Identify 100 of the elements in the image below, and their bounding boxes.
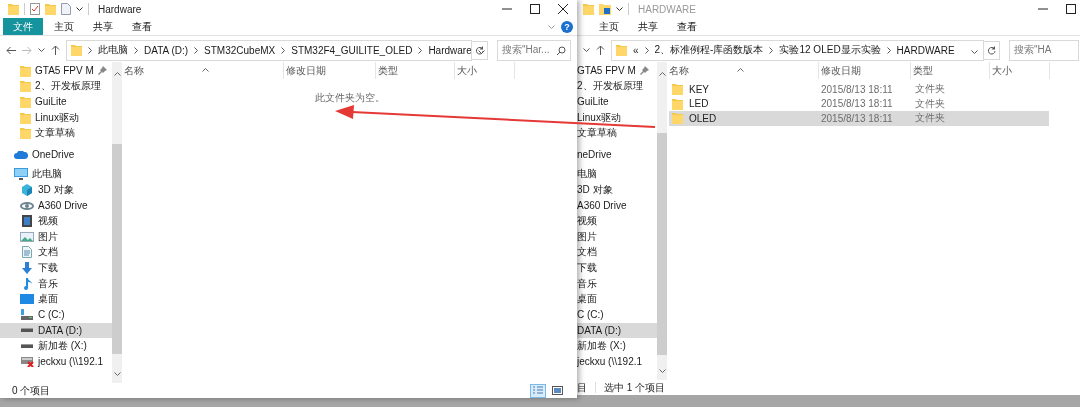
column-header[interactable]: 大小 — [990, 62, 1050, 79]
nav-item[interactable]: 图片 — [0, 228, 112, 245]
breadcrumb[interactable]: DATA (D:) — [144, 44, 189, 56]
nav-item[interactable]: 音乐 — [0, 275, 112, 292]
search-field[interactable]: 搜索"HA — [1009, 39, 1079, 61]
folder-icon — [71, 44, 82, 56]
desktop-icon — [20, 294, 34, 305]
up-arrow-icon[interactable] — [596, 45, 605, 55]
nav-item[interactable]: 新加卷 (X:) — [0, 338, 112, 354]
nav-item[interactable]: 2、开发板原理 — [0, 78, 112, 95]
nav-item[interactable]: 音乐 — [577, 275, 657, 292]
nav-item[interactable]: OneDrive — [0, 146, 112, 163]
up-arrow-icon[interactable] — [51, 45, 60, 55]
chevron-down-icon[interactable] — [548, 24, 555, 29]
nav-item[interactable]: Linux驱动 — [0, 109, 112, 126]
file-row[interactable]: KEY 2015/8/13 18:11 文件夹 — [669, 82, 1049, 97]
nav-item[interactable]: 新加卷 (X:) — [577, 338, 657, 354]
close-button[interactable] — [558, 4, 568, 14]
nav-item[interactable]: 3D 对象 — [577, 182, 657, 198]
column-header[interactable]: 名称 — [669, 62, 819, 79]
nav-item[interactable]: neDrive — [577, 146, 657, 163]
nav-item[interactable]: GuiLite — [577, 94, 657, 110]
scroll-down-icon[interactable] — [658, 369, 666, 373]
scroll-down-icon[interactable] — [113, 372, 121, 376]
recent-locations-icon[interactable] — [38, 48, 45, 52]
nav-item[interactable]: Linux驱动 — [577, 109, 657, 126]
breadcrumb[interactable]: 实验12 OLED显示实验 — [779, 43, 881, 57]
nav-item[interactable]: 视频 — [577, 213, 657, 229]
nav-item[interactable]: C (C:) — [577, 306, 657, 323]
folder-icon — [20, 96, 31, 108]
ribbon-tab[interactable]: 共享 — [85, 18, 121, 35]
column-header[interactable]: 大小 — [455, 62, 515, 79]
nav-item[interactable]: A360 Drive — [577, 197, 657, 214]
nav-item[interactable]: GTA5 FPV M — [577, 63, 657, 79]
scroll-up-icon[interactable] — [113, 72, 121, 76]
ribbon-tab[interactable]: 共享 — [630, 18, 666, 35]
maximize-button[interactable] — [530, 4, 540, 14]
column-header[interactable]: 名称 — [124, 62, 284, 79]
nav-item[interactable]: C (C:) — [0, 306, 112, 323]
folder-icon — [599, 3, 611, 15]
nav-item[interactable]: jeckxu (\\192.1 — [0, 353, 112, 370]
nav-item[interactable]: 桌面 — [0, 291, 112, 307]
column-header[interactable]: 类型 — [911, 62, 990, 79]
column-header[interactable]: 修改日期 — [819, 62, 911, 79]
scrollbar[interactable] — [112, 62, 122, 383]
file-name: KEY — [689, 83, 709, 95]
nav-item[interactable]: jeckxu (\\192.1 — [577, 353, 657, 370]
nav-item[interactable]: 桌面 — [577, 291, 657, 307]
file-type: 文件夹 — [914, 111, 946, 126]
pin-icon — [639, 66, 649, 76]
scrollbar[interactable] — [657, 62, 667, 380]
scroll-up-icon[interactable] — [658, 72, 666, 76]
file-tab[interactable]: 文件 — [3, 18, 43, 35]
ribbon-tab[interactable]: 查看 — [124, 18, 160, 35]
back-arrow-icon[interactable] — [6, 45, 16, 55]
file-row[interactable]: LED 2015/8/13 18:11 文件夹 — [669, 96, 1049, 111]
nav-item[interactable]: 文档 — [0, 244, 112, 261]
drive-icon — [20, 328, 34, 333]
ribbon-tab[interactable]: 主页 — [46, 18, 82, 35]
search-field[interactable]: 搜索"Har... — [497, 39, 571, 61]
recent-locations-icon[interactable] — [583, 48, 590, 52]
folder-icon — [20, 127, 31, 140]
nav-item[interactable]: DATA (D:) — [577, 322, 657, 339]
breadcrumb[interactable]: 此电脑 — [98, 43, 128, 57]
nav-item[interactable]: DATA (D:) — [0, 322, 112, 339]
refresh-button[interactable] — [983, 40, 1000, 60]
nav-item[interactable]: 此电脑 — [0, 166, 112, 183]
image-icon — [20, 231, 34, 242]
nav-item[interactable]: 视频 — [0, 213, 112, 229]
breadcrumb[interactable]: Hardware — [428, 44, 472, 56]
folder-icon — [583, 3, 594, 15]
breadcrumb[interactable]: HARDWARE — [896, 44, 955, 56]
breadcrumb[interactable]: 2、标准例程-库函数版本 — [654, 43, 764, 57]
nav-item[interactable]: 下载 — [0, 260, 112, 276]
breadcrumb[interactable]: STM32F4_GUILITE_OLED — [291, 44, 413, 56]
folder-icon — [616, 44, 627, 56]
folder-icon — [20, 64, 31, 77]
nav-item[interactable]: 下载 — [577, 260, 657, 276]
nav-item[interactable]: 2、开发板原理 — [577, 78, 657, 95]
nav-item[interactable]: 电脑 — [577, 166, 657, 183]
column-header[interactable]: 修改日期 — [284, 62, 376, 79]
nav-item[interactable]: 文章草稿 — [0, 125, 112, 141]
nav-item[interactable]: GuiLite — [0, 94, 112, 110]
overflow-button[interactable]: « — [633, 44, 639, 56]
ribbon-tab[interactable]: 主页 — [591, 18, 627, 35]
file-row[interactable]: OLED 2015/8/13 18:11 文件夹 — [669, 111, 1049, 126]
nav-item[interactable]: 文档 — [577, 244, 657, 261]
nav-item[interactable]: GTA5 FPV M — [0, 63, 112, 79]
address-bar[interactable]: « 2、标准例程-库函数版本 实验12 OLED显示实验 HARDWARE — [611, 39, 984, 61]
breadcrumb[interactable]: STM32CubeMX — [204, 44, 276, 56]
help-button[interactable]: ? — [561, 20, 573, 33]
nav-item[interactable]: 图片 — [577, 228, 657, 245]
thumbnail-view-button[interactable] — [549, 383, 565, 398]
nav-item[interactable]: 3D 对象 — [0, 182, 112, 198]
ribbon-tab[interactable]: 查看 — [669, 18, 705, 35]
column-header[interactable]: 类型 — [376, 62, 455, 79]
nav-item[interactable]: A360 Drive — [0, 197, 112, 214]
maximize-button[interactable] — [1066, 4, 1076, 14]
nav-item[interactable]: 文章草稿 — [577, 125, 657, 141]
refresh-button[interactable] — [471, 40, 488, 60]
